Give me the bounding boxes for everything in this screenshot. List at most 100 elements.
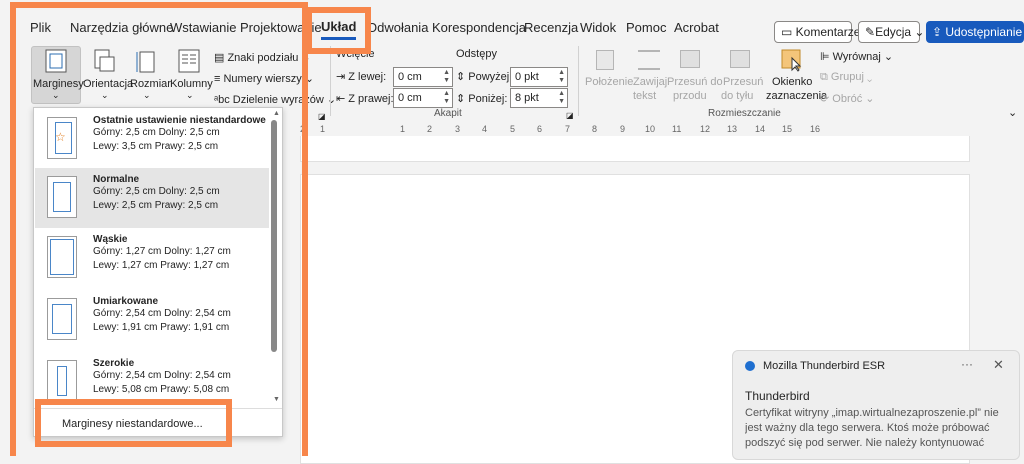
rotate-button[interactable]: ⟳ Obróć ⌄ (820, 92, 875, 105)
horizontal-ruler: 2 1 1 2 3 4 5 6 7 8 9 10 11 12 13 14 15 … (300, 124, 1024, 136)
bring-forward-label-1[interactable]: Przesuń do (667, 76, 723, 88)
divider (578, 46, 579, 116)
ruler-tick: 5 (510, 124, 516, 134)
indent-right-input[interactable]: 0 cm ▲ ▼ (393, 88, 453, 108)
ruler-tick: 8 (592, 124, 598, 134)
highlight-frame-tab (306, 7, 371, 54)
send-backward-label-1[interactable]: Przesuń (723, 76, 763, 88)
ruler-tick: 3 (455, 124, 461, 134)
editing-button[interactable]: ✎Edycja ⌄ (858, 21, 924, 43)
selection-pane-label-1[interactable]: Okienko (772, 76, 812, 88)
space-before-icon: ⇕ (456, 71, 469, 83)
indent-right-icon: ⇤ (336, 93, 349, 105)
selection-pane-icon (781, 49, 802, 72)
toast-notification[interactable]: Mozilla Thunderbird ESR ··· ✕ Thunderbir… (732, 350, 1020, 460)
indent-left-text: Z lewej: (348, 71, 387, 83)
wrap-text-label-2[interactable]: tekst (633, 90, 656, 102)
ruler-tick: 12 (700, 124, 711, 134)
tab-mailings[interactable]: Korespondencja (432, 14, 526, 42)
close-icon[interactable]: ✕ (993, 357, 1004, 373)
align-label: Wyrównaj (832, 51, 881, 63)
share-label: Udostępnianie (945, 25, 1023, 39)
indent-left-input[interactable]: 0 cm ▲ ▼ (393, 67, 453, 87)
tab-references[interactable]: Odwołania (367, 14, 428, 42)
ruler-tick: 13 (727, 124, 738, 134)
selection-pane-label-2[interactable]: zaznaczenia (766, 90, 827, 102)
group-label: Grupuj (830, 71, 864, 83)
toast-body: Certyfikat witryny „imap.wirtualnezapros… (745, 407, 999, 449)
ruler-tick: 6 (537, 124, 543, 134)
paragraph-launcher-icon[interactable]: ◪ (566, 111, 574, 120)
comment-icon: ▭ (781, 25, 796, 39)
chevron-down-icon: ⌄ (862, 93, 875, 105)
page-setup-launcher-icon[interactable]: ◪ (318, 112, 326, 121)
group-icon: ⧉ (820, 71, 831, 83)
highlight-frame-custom (35, 399, 232, 447)
bring-forward-label-2[interactable]: przodu (673, 90, 707, 102)
spinner-icon[interactable]: ▲ ▼ (558, 90, 565, 106)
spinner-icon[interactable]: ▲ ▼ (443, 69, 450, 85)
indent-left-value: 0 cm (398, 71, 422, 83)
space-after-value: 8 pkt (515, 92, 539, 104)
thunderbird-icon (745, 361, 755, 371)
indent-right-text: Z prawej: (348, 93, 394, 105)
bring-forward-icon (680, 50, 700, 68)
ruler-tick: 10 (645, 124, 656, 134)
spinner-icon[interactable]: ▲ ▼ (443, 90, 450, 106)
ruler-tick: 16 (810, 124, 821, 134)
group-button[interactable]: ⧉ Grupuj ⌄ (820, 71, 872, 84)
editing-label: Edycja (875, 25, 912, 39)
space-after-input[interactable]: 8 pkt ▲ ▼ (510, 88, 568, 108)
spinner-icon[interactable]: ▲ ▼ (558, 69, 565, 85)
share-icon: ⇪ (932, 25, 946, 39)
align-icon: ⊫ (820, 51, 833, 63)
send-backward-icon (730, 50, 750, 68)
indent-left-label: ⇥ Z lewej: (336, 70, 386, 83)
document-page-previous[interactable] (300, 136, 970, 162)
position-label[interactable]: Położenie (585, 76, 633, 88)
rotate-label: Obróć (832, 93, 863, 105)
more-icon[interactable]: ··· (961, 357, 973, 371)
align-button[interactable]: ⊫ Wyrównaj ⌄ (820, 50, 893, 63)
indent-right-value: 0 cm (398, 92, 422, 104)
tab-acrobat[interactable]: Acrobat (674, 14, 719, 42)
position-icon (596, 50, 614, 70)
share-button[interactable]: ⇪ Udostępnianie ⌄ (926, 21, 1024, 43)
space-after-icon: ⇕ (456, 93, 469, 105)
chevron-down-icon: ⌄ (880, 51, 894, 63)
space-after-label: ⇕ Poniżej: (456, 92, 507, 105)
wrap-text-icon (638, 50, 660, 70)
comments-button[interactable]: ▭ Komentarze (774, 21, 860, 43)
ruler-tick: 1 (320, 124, 326, 134)
rotate-icon: ⟳ (820, 93, 833, 105)
ruler-tick: 7 (565, 124, 571, 134)
tab-view[interactable]: Widok (580, 14, 616, 42)
tab-help[interactable]: Pomoc (626, 14, 666, 42)
space-after-text: Poniżej: (468, 93, 508, 105)
ruler-tick: 1 (400, 124, 406, 134)
ruler-tick: 2 (427, 124, 433, 134)
comments-label: Komentarze (795, 25, 861, 39)
indent-right-label: ⇤ Z prawej: (336, 92, 394, 105)
highlight-frame-left (10, 2, 308, 456)
paragraph-group-label: Akapit (434, 108, 462, 119)
space-before-input[interactable]: 0 pkt ▲ ▼ (510, 67, 568, 87)
ruler-tick: 4 (482, 124, 488, 134)
spacing-title: Odstępy (456, 48, 497, 60)
divider (330, 46, 331, 116)
space-before-label: ⇕ Powyżej: (456, 70, 512, 83)
collapse-ribbon-icon[interactable]: ⌄ (1008, 106, 1017, 119)
ruler-tick: 9 (620, 124, 626, 134)
tab-review[interactable]: Recenzja (524, 14, 578, 42)
toast-title: Thunderbird (745, 389, 810, 403)
ruler-tick: 11 (672, 124, 682, 134)
send-backward-label-2[interactable]: do tyłu (721, 90, 753, 102)
ruler-tick: 15 (782, 124, 793, 134)
indent-left-icon: ⇥ (336, 71, 349, 83)
ruler-tick: 14 (755, 124, 766, 134)
arrange-group-label: Rozmieszczanie (708, 108, 781, 119)
pencil-icon: ✎ (865, 25, 876, 39)
space-before-text: Powyżej: (468, 71, 513, 83)
chevron-down-icon: ⌄ (863, 71, 873, 83)
wrap-text-label-1[interactable]: Zawijaj (633, 76, 667, 88)
